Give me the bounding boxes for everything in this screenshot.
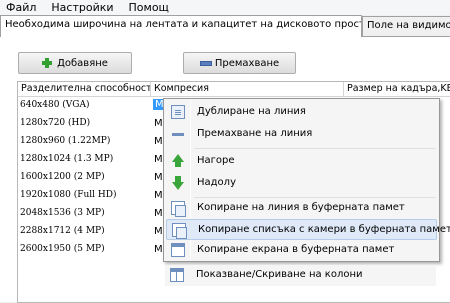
context-menu-item-label: Копиране екрана в буферната памет <box>197 244 395 255</box>
context-menu-item-copy-list[interactable]: Копиране списъка с камери в буферната па… <box>166 219 450 240</box>
remove-button-label: Премахване <box>214 57 280 69</box>
menu-file[interactable]: Файл <box>6 1 36 15</box>
menu-help[interactable]: Помощ <box>129 1 169 15</box>
header-compression[interactable]: Компресия <box>151 82 344 97</box>
context-menu-item-label: Дублиране на линия <box>197 106 306 117</box>
context-menu-item-label: Копиране на линия в буферната памет <box>197 202 405 213</box>
cell-resolution: 640x480 (VGA) <box>20 100 90 110</box>
cell-compression[interactable]: M <box>154 154 163 165</box>
context-menu-item-move-down[interactable]: Надолу <box>166 173 437 194</box>
context-menu-item-label: Копиране списъка с камери в буферната па… <box>198 224 450 235</box>
context-menu-item-duplicate[interactable]: Дублиране на линия <box>166 102 437 123</box>
header-frame-size[interactable]: Размер на кадъра,KB <box>344 82 450 97</box>
cell-resolution: 2048x1536 (3 MP) <box>20 208 105 218</box>
context-menu-item-copy-line[interactable]: Копиране на линия в буферната памет <box>166 198 437 219</box>
context-menu-item-label: Премахване на линия <box>197 128 313 139</box>
add-button-label: Добавяне <box>57 57 108 69</box>
context-menu-item-label: Нагоре <box>197 155 235 166</box>
cell-resolution: 1280x720 (HD) <box>20 118 91 128</box>
menu-settings[interactable]: Настройки <box>51 1 113 15</box>
arrow-up-icon <box>171 154 185 168</box>
tab-field-of-view[interactable]: Поле на видимост <box>362 16 450 36</box>
context-menu-separator <box>194 148 436 149</box>
table-header: Разделителна способност Компресия Размер… <box>18 82 450 97</box>
cell-resolution: 2600x1950 (5 MP) <box>20 244 105 254</box>
copy-list-icon <box>172 223 187 239</box>
copy-line-icon <box>171 201 186 217</box>
add-button[interactable]: Добавяне <box>18 52 132 74</box>
context-menu-item-columns[interactable]: Показване/Скриване на колони <box>165 265 436 286</box>
cell-compression[interactable]: M <box>154 136 163 147</box>
cell-resolution: 1920x1080 (Full HD) <box>20 190 117 200</box>
cell-compression[interactable]: M <box>154 190 163 201</box>
header-resolution[interactable]: Разделителна способност <box>18 82 151 97</box>
copy-screen-icon <box>171 243 185 257</box>
cell-resolution: 1280x960 (1.22MP) <box>20 136 111 146</box>
tab-bandwidth[interactable]: Необходима широчина на лентата и капацит… <box>0 15 362 37</box>
cell-compression[interactable]: M <box>154 208 163 219</box>
cell-resolution: 1280x1024 (1.3 MP) <box>20 154 114 164</box>
cell-resolution: 2288x1712 (4 MP) <box>20 226 105 236</box>
duplicate-icon <box>171 105 185 119</box>
context-menu-item-copy-screen[interactable]: Копиране екрана в буферната памет <box>166 240 437 261</box>
menu-bar: Файл Настройки Помощ <box>0 0 450 15</box>
remove-line-icon <box>171 127 185 141</box>
tab-bar: Необходима широчина на лентата и капацит… <box>0 15 450 37</box>
context-menu-item-remove-line[interactable]: Премахване на линия <box>166 124 437 145</box>
columns-icon <box>170 268 184 282</box>
plus-icon <box>42 58 53 68</box>
arrow-down-icon <box>171 176 185 190</box>
context-menu-item-label: Надолу <box>197 177 236 188</box>
context-menu-item-label: Показване/Скриване на колони <box>196 269 363 280</box>
cell-compression[interactable]: M <box>154 118 163 129</box>
context-menu-item-move-up[interactable]: Нагоре <box>166 151 437 172</box>
minus-icon <box>199 58 212 68</box>
remove-button[interactable]: Премахване <box>183 52 296 74</box>
context-menu: Дублиране на линия Премахване на линия Н… <box>163 98 450 262</box>
cell-compression[interactable]: M <box>154 226 163 237</box>
cell-resolution: 1600x1200 (2 MP) <box>20 172 105 182</box>
cell-compression[interactable]: M <box>154 172 163 183</box>
cell-compression[interactable]: M <box>154 244 163 255</box>
